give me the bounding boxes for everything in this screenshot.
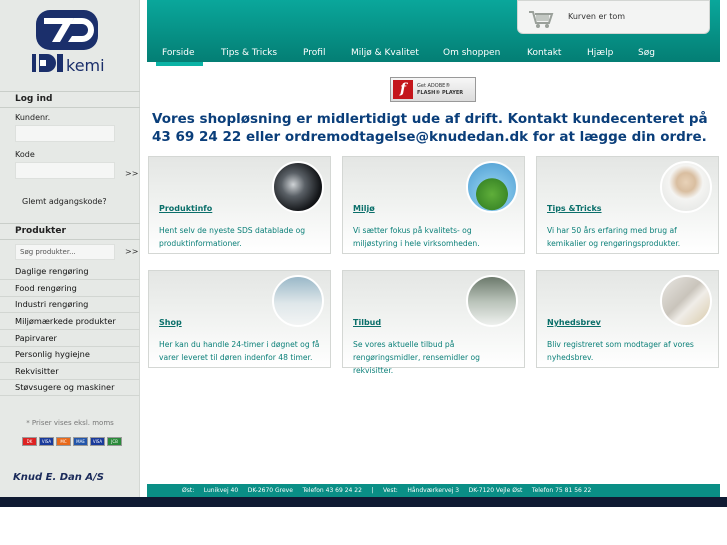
company-brand: Knud E. Dan A/S <box>13 472 104 483</box>
divider <box>0 91 140 92</box>
box-title[interactable]: Miljø <box>353 204 375 213</box>
tab-sog[interactable]: Søg <box>638 48 655 58</box>
divider <box>0 223 140 224</box>
flash-logo-icon: f <box>393 80 413 99</box>
code-label: Kode <box>15 150 35 159</box>
customer-label: Kundenr. <box>15 113 51 122</box>
login-button[interactable]: >> <box>125 169 138 178</box>
box-title[interactable]: Tips &Tricks <box>547 204 602 213</box>
box-shop[interactable]: Shop Her kan du handle 24-timer i døgnet… <box>148 270 331 368</box>
category-utensils[interactable]: Rekvisitter <box>0 363 140 380</box>
box-title[interactable]: Shop <box>159 318 182 327</box>
category-personal-hygiene[interactable]: Personlig hygiejne <box>0 346 140 363</box>
customer-number-input[interactable] <box>15 125 115 142</box>
tab-miljo-kvalitet[interactable]: Miljø & Kvalitet <box>351 48 419 58</box>
offer-canister-image <box>466 275 518 327</box>
price-note: * Priser vises eksl. moms <box>26 419 114 427</box>
box-text: Vi sætter fokus på kvalitets- og miljøst… <box>353 226 480 248</box>
flash-label-line1: Get ADOBE® <box>417 83 451 89</box>
tab-tips-tricks[interactable]: Tips & Tricks <box>221 48 277 58</box>
divider <box>0 107 140 108</box>
outage-notice: Vores shopløsning er midlertidigt ude af… <box>152 111 708 145</box>
dankort-icon: DK <box>22 437 37 446</box>
box-tips-tricks[interactable]: Tips &Tricks Vi har 50 års erfaring med … <box>536 156 719 254</box>
visa-icon: VISA <box>39 437 54 446</box>
page: kemi Log ind Kundenr. Kode >> Glemt adga… <box>0 0 727 545</box>
products-title: Produkter <box>15 226 66 236</box>
tab-om-shoppen[interactable]: Om shoppen <box>443 48 500 58</box>
category-paper-goods[interactable]: Papirvarer <box>0 330 140 347</box>
box-text: Hent selv de nyeste SDS datablade og pro… <box>159 226 306 248</box>
mastercard-icon: MC <box>56 437 71 446</box>
product-drops-image <box>272 161 324 213</box>
box-title[interactable]: Tilbud <box>353 318 381 327</box>
environment-globe-image <box>466 161 518 213</box>
box-text: Vi har 50 års erfaring med brug af kemik… <box>547 226 681 248</box>
flash-label-line2: FLASH® PLAYER <box>417 90 464 96</box>
cart-status: Kurven er tom <box>568 12 626 21</box>
active-tab-indicator <box>156 62 203 66</box>
box-miljo[interactable]: Miljø Vi sætter fokus på kvalitets- og m… <box>342 156 525 254</box>
svg-text:kemi: kemi <box>66 56 105 75</box>
password-input[interactable] <box>15 162 115 179</box>
product-search-button[interactable]: >> <box>125 247 138 256</box>
box-text: Se vores aktuelle tilbud på rengøringsmi… <box>353 340 480 375</box>
category-food-cleaning[interactable]: Food rengøring <box>0 280 140 297</box>
box-text: Bliv registreret som modtager af vores n… <box>547 340 694 362</box>
expert-portrait-image <box>660 161 712 213</box>
box-produktinfo[interactable]: Produktinfo Hent selv de nyeste SDS data… <box>148 156 331 254</box>
box-title[interactable]: Produktinfo <box>159 204 212 213</box>
get-flash-player-button[interactable]: f Get ADOBE® FLASH® PLAYER <box>390 77 476 102</box>
jcb-icon: JCB <box>107 437 122 446</box>
sidebar: kemi Log ind Kundenr. Kode >> Glemt adga… <box>0 0 140 497</box>
box-tilbud[interactable]: Tilbud Se vores aktuelle tilbud på rengø… <box>342 270 525 375</box>
category-daily-cleaning[interactable]: Daglige rengøring <box>0 263 140 280</box>
newsletter-image <box>660 275 712 327</box>
payment-cards: DK VISA MC MAE VISA JCB <box>22 437 122 446</box>
box-nyhedsbrev[interactable]: Nyhedsbrev Bliv registreret som modtager… <box>536 270 719 368</box>
footer-contact: Øst: Lunikvej 40 DK-2670 Greve Telefon 4… <box>147 484 720 497</box>
cart-widget[interactable]: Kurven er tom <box>517 0 710 34</box>
product-search-input[interactable]: Søg produkter... <box>15 244 115 260</box>
box-title[interactable]: Nyhedsbrev <box>547 318 601 327</box>
main-nav: Forside Tips & Tricks Profil Miljø & Kva… <box>147 46 720 62</box>
bottom-bar <box>0 497 727 507</box>
tab-profil[interactable]: Profil <box>303 48 325 58</box>
shopping-cart-icon <box>529 11 554 28</box>
tab-hjaelp[interactable]: Hjælp <box>587 48 613 58</box>
shop-canisters-image <box>272 275 324 327</box>
divider <box>0 239 140 240</box>
tab-kontakt[interactable]: Kontakt <box>527 48 561 58</box>
category-eco-labeled[interactable]: Miljømærkede produkter <box>0 313 140 330</box>
box-text: Her kan du handle 24-timer i døgnet og f… <box>159 340 320 362</box>
visa-electron-icon: VISA <box>90 437 105 446</box>
kemi-logo[interactable]: kemi <box>30 8 108 78</box>
category-vacuums-machines[interactable]: Støvsugere og maskiner <box>0 379 140 396</box>
tab-forside[interactable]: Forside <box>162 48 195 58</box>
login-title: Log ind <box>15 94 53 104</box>
category-industry-cleaning[interactable]: Industri rengøring <box>0 296 140 313</box>
maestro-icon: MAE <box>73 437 88 446</box>
forgot-password-link[interactable]: Glemt adgangskode? <box>22 197 107 206</box>
